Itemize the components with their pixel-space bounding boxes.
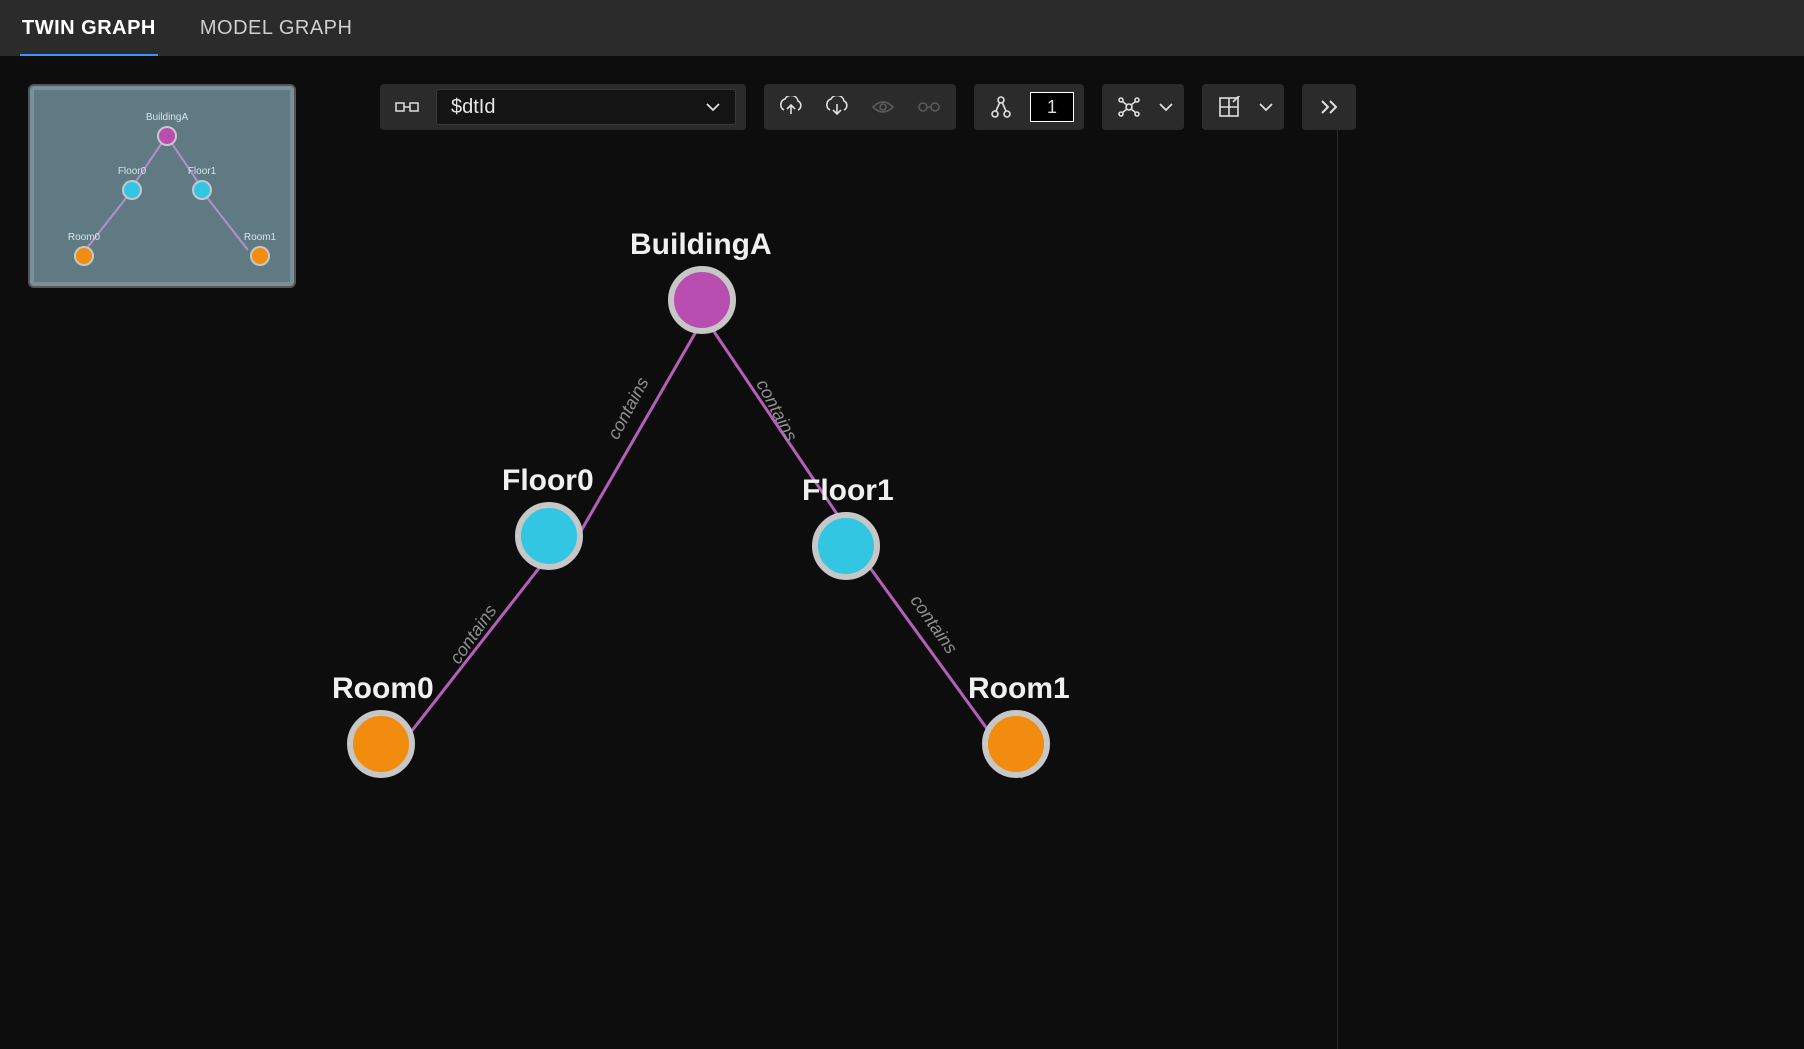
edge-label: contains [604, 374, 654, 443]
panel-divider [1337, 112, 1338, 1049]
tab-model-graph[interactable]: MODEL GRAPH [198, 1, 355, 56]
node-floor1[interactable] [812, 512, 880, 580]
node-buildingA[interactable] [668, 266, 736, 334]
node-room0[interactable] [347, 710, 415, 778]
edge-label: contains [446, 601, 502, 668]
node-label-room1: Room1 [968, 672, 1070, 706]
content-area: $dtId [0, 56, 1804, 1049]
node-label-buildingA: BuildingA [630, 228, 772, 262]
node-label-room0: Room0 [332, 672, 434, 706]
edge-label: contains [752, 376, 802, 445]
edge-label: contains [906, 591, 962, 658]
tab-twin-graph[interactable]: TWIN GRAPH [20, 1, 158, 56]
node-room1[interactable] [982, 710, 1050, 778]
node-floor0[interactable] [515, 502, 583, 570]
edge-buildingA-floor0[interactable] [579, 325, 701, 534]
node-label-floor0: Floor0 [502, 464, 594, 498]
tabs-bar: TWIN GRAPH MODEL GRAPH [0, 0, 1804, 56]
node-label-floor1: Floor1 [802, 474, 894, 508]
graph-canvas[interactable]: contains contains contains contains Buil… [0, 56, 1804, 1049]
